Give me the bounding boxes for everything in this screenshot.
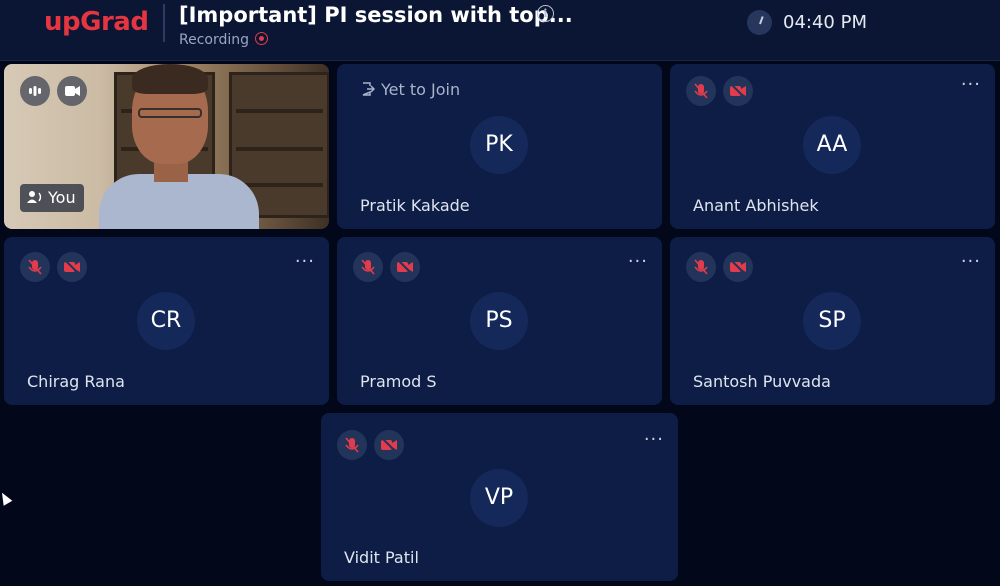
mic-muted-icon [337, 430, 367, 460]
recording-indicator-icon [255, 32, 268, 45]
yet-to-join-status: Yet to Join [361, 80, 460, 99]
self-label-badge: You [20, 184, 84, 212]
mic-muted-icon [20, 252, 50, 282]
mic-muted-icon [686, 252, 716, 282]
camera-icon[interactable] [57, 76, 87, 106]
avatar: PK [470, 116, 528, 174]
more-options-button[interactable]: ··· [644, 429, 664, 450]
info-icon[interactable]: i [537, 5, 554, 22]
upgrad-logo: upGrad [44, 7, 149, 37]
self-video-tile[interactable]: You [4, 64, 329, 229]
exit-door-icon [362, 82, 376, 96]
participant-name: Anant Abhishek [693, 196, 819, 215]
mic-muted-icon [353, 252, 383, 282]
mic-muted-icon [686, 76, 716, 106]
more-options-button[interactable]: ··· [961, 251, 981, 272]
participant-name: Chirag Rana [27, 372, 125, 391]
avatar: SP [803, 292, 861, 350]
participant-tile[interactable]: ··· VP Vidit Patil [321, 413, 678, 581]
participant-name: Santosh Puvvada [693, 372, 831, 391]
participant-name: Pramod S [360, 372, 437, 391]
participant-tile[interactable]: Yet to Join PK Pratik Kakade [337, 64, 662, 229]
camera-off-icon [723, 252, 753, 282]
more-options-button[interactable]: ··· [628, 251, 648, 272]
participant-tile[interactable]: ··· CR Chirag Rana [4, 237, 329, 405]
mouse-cursor-icon [0, 490, 13, 506]
camera-off-icon [723, 76, 753, 106]
avatar: PS [470, 292, 528, 350]
person-shirt [99, 174, 259, 229]
person-hair [132, 64, 208, 94]
avatar: VP [470, 469, 528, 527]
camera-off-icon [374, 430, 404, 460]
speaker-person-icon [27, 191, 42, 203]
clock-icon [747, 10, 772, 35]
participant-name: Vidit Patil [344, 548, 419, 567]
audio-level-icon[interactable] [20, 76, 50, 106]
participant-tile[interactable]: ··· SP Santosh Puvvada [670, 237, 995, 405]
header-divider [163, 4, 165, 42]
yet-to-join-label: Yet to Join [381, 80, 461, 99]
meeting-time: 04:40 PM [783, 12, 867, 33]
camera-off-icon [390, 252, 420, 282]
more-options-button[interactable]: ··· [295, 251, 315, 272]
meeting-header: upGrad [Important] PI session with top..… [0, 0, 1000, 61]
avatar: AA [803, 116, 861, 174]
participant-tile[interactable]: ··· AA Anant Abhishek [670, 64, 995, 229]
camera-off-icon [57, 252, 87, 282]
meeting-title: [Important] PI session with top... [179, 3, 573, 27]
self-label: You [48, 188, 76, 207]
more-options-button[interactable]: ··· [961, 74, 981, 95]
person-glasses [138, 108, 202, 118]
avatar: CR [137, 292, 195, 350]
participant-name: Pratik Kakade [360, 196, 470, 215]
recording-label: Recording [179, 32, 250, 48]
participant-tile[interactable]: ··· PS Pramod S [337, 237, 662, 405]
